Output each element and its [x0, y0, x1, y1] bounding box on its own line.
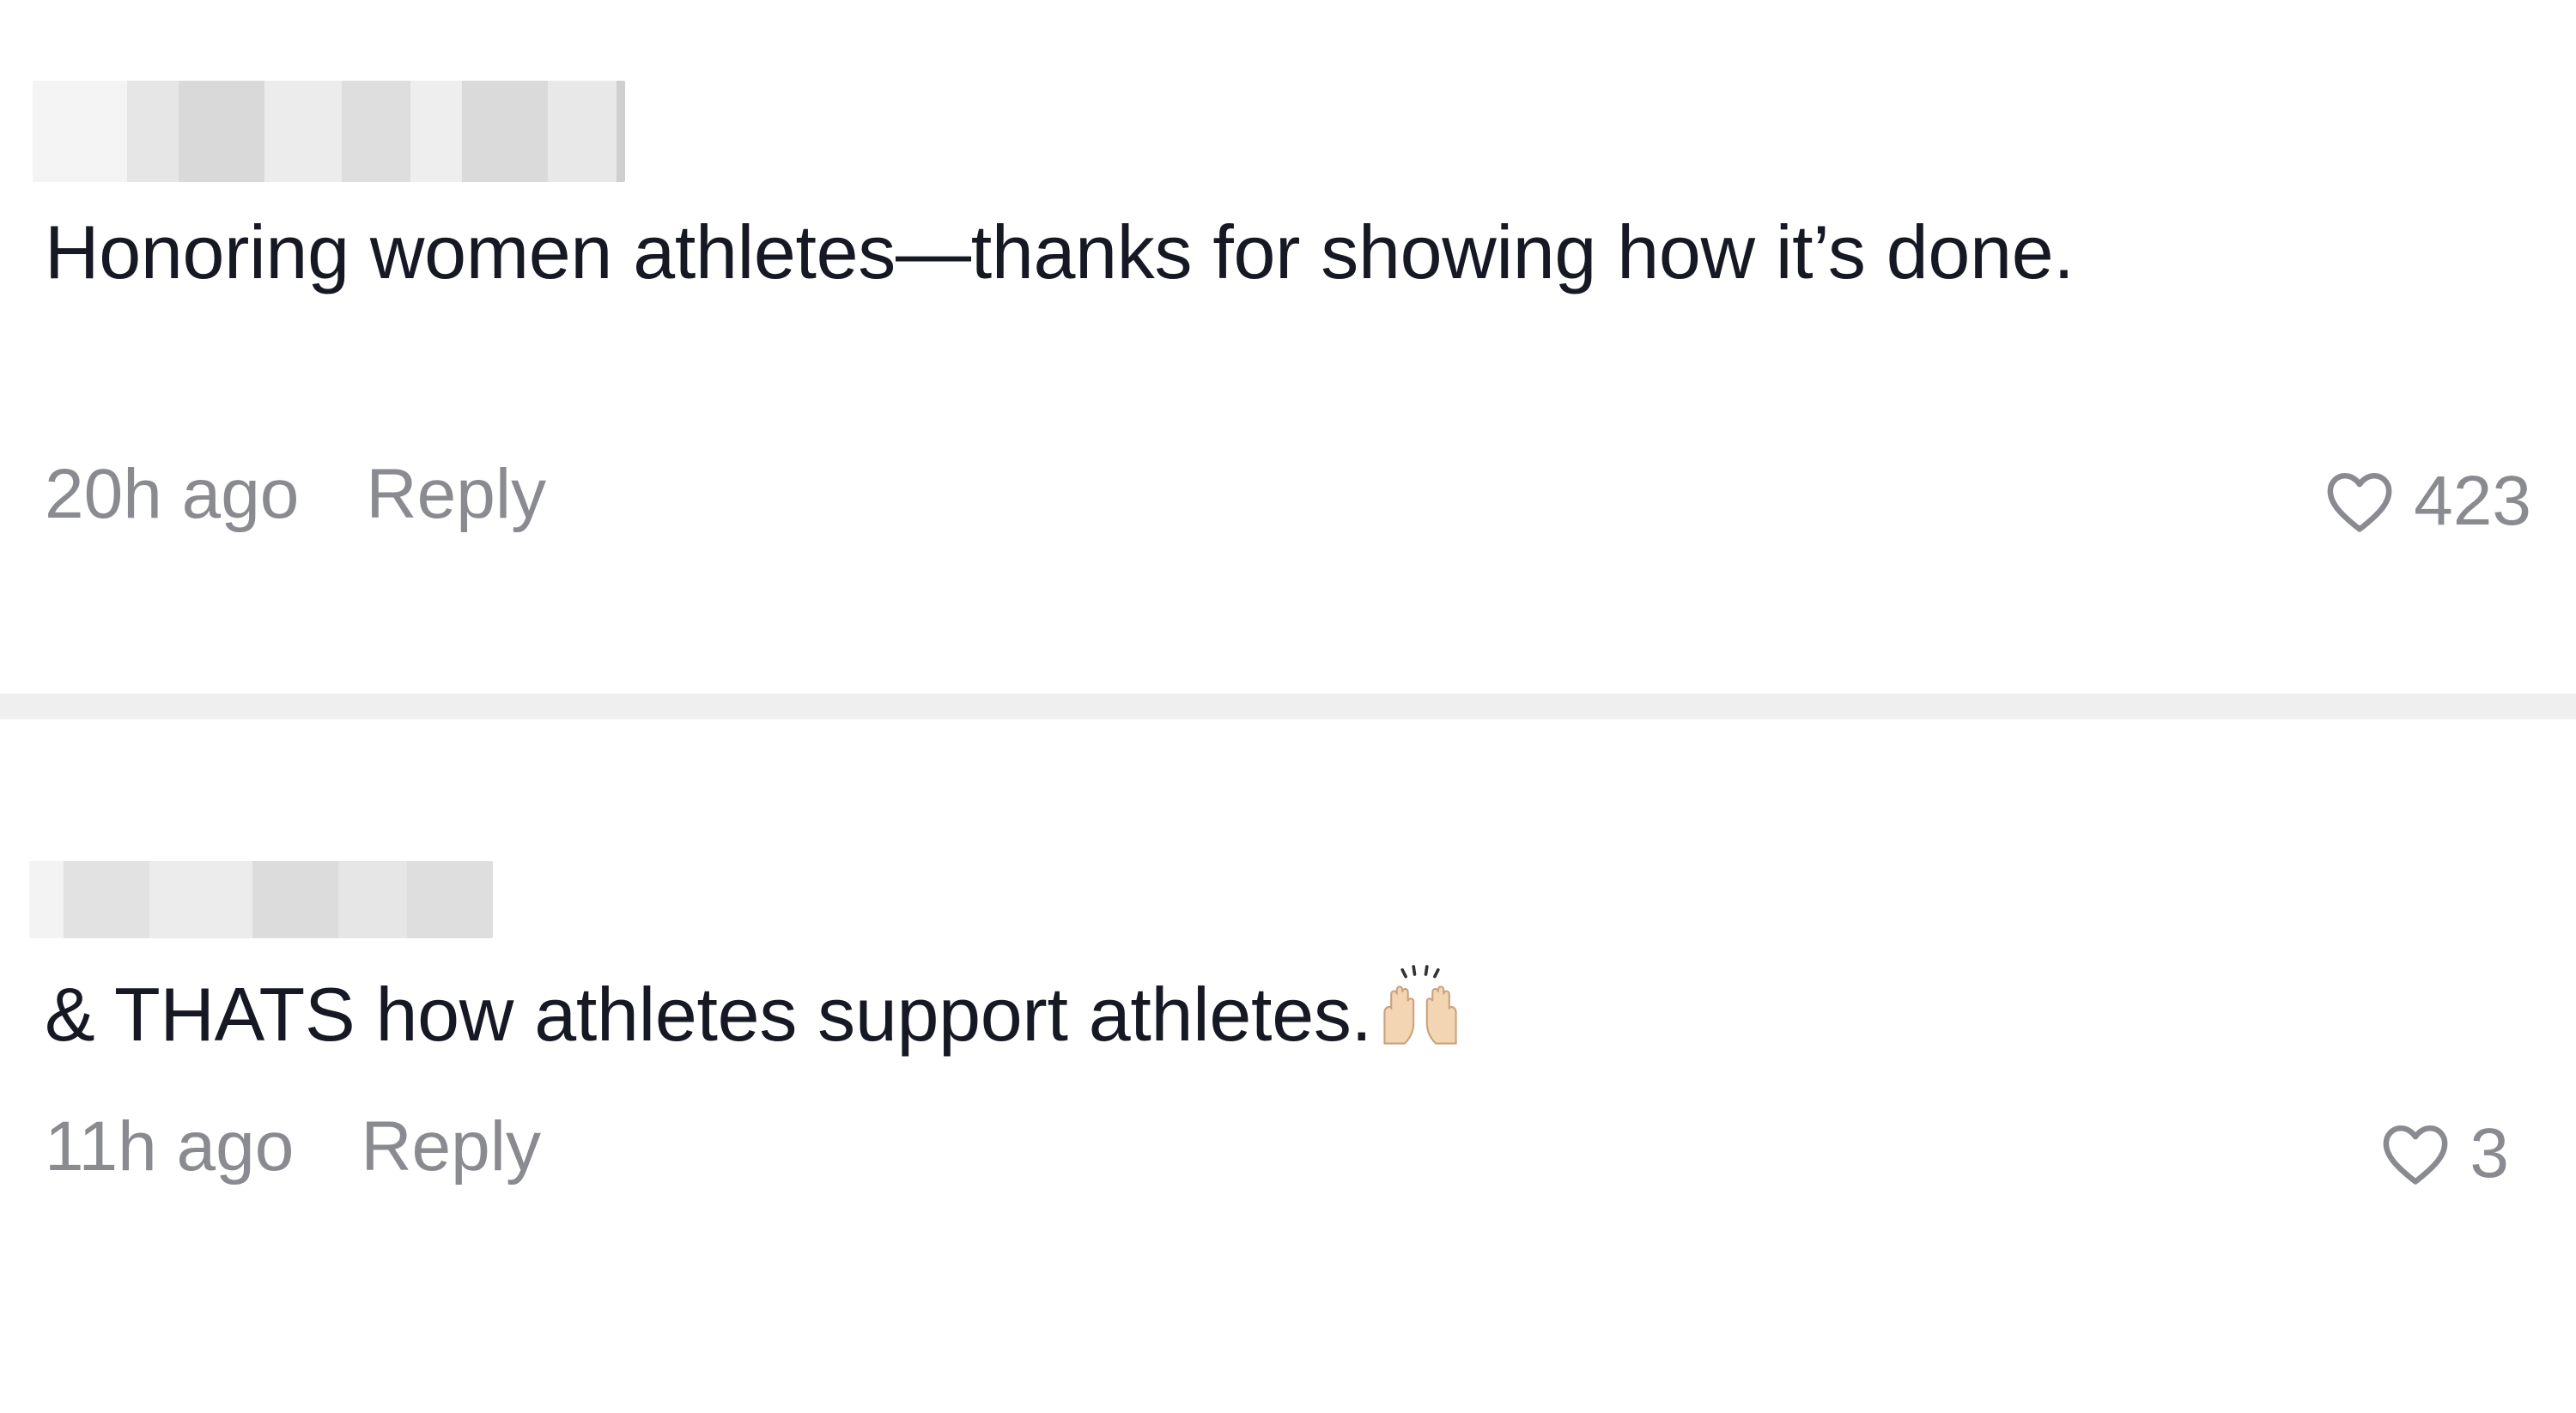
- timestamp: 11h ago: [45, 1107, 295, 1186]
- timestamp: 20h ago: [45, 455, 300, 533]
- like-count: 3: [2470, 1114, 2509, 1192]
- like-count: 423: [2414, 462, 2531, 540]
- comment-item: & THATS how athletes support athletes. 1…: [0, 719, 2576, 1413]
- comment-item: Honoring women athletes—thanks for showi…: [0, 0, 2576, 694]
- heart-outline-icon: [2383, 1125, 2448, 1185]
- raising-hands-emoji: [1376, 963, 1465, 1080]
- reply-button[interactable]: Reply: [366, 452, 546, 537]
- comment-text: Honoring women athletes—thanks for showi…: [45, 209, 2075, 294]
- heart-outline-icon: [2327, 473, 2392, 532]
- reply-button[interactable]: Reply: [361, 1104, 541, 1190]
- comment-meta: 20h ago Reply: [45, 452, 546, 537]
- like-button[interactable]: 423: [2324, 458, 2531, 544]
- comment-meta: 11h ago Reply: [45, 1104, 541, 1190]
- comment-text: & THATS how athletes support athletes.: [45, 972, 1372, 1057]
- comment-divider: [0, 694, 2576, 719]
- username-redacted[interactable]: [33, 81, 625, 182]
- like-button[interactable]: 3: [2380, 1111, 2509, 1197]
- comment-text-line: & THATS how athletes support athletes.: [45, 961, 2277, 1080]
- username-redacted[interactable]: [29, 861, 493, 938]
